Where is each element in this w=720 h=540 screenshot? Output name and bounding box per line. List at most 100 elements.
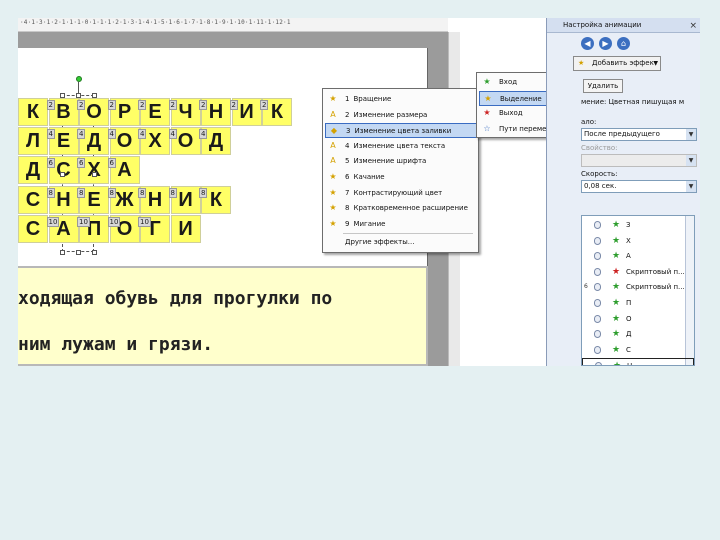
- star-icon: ★: [612, 329, 621, 340]
- menu-item-effect[interactable]: A 5 Изменение шрифта: [325, 154, 477, 169]
- start-select[interactable]: После предыдущего ▼: [581, 128, 697, 141]
- home-icon[interactable]: ⌂: [617, 37, 630, 50]
- effect-icon: A: [330, 140, 336, 150]
- letter-cell[interactable]: Л: [18, 127, 48, 156]
- resize-handle[interactable]: [92, 250, 97, 255]
- delete-button[interactable]: Удалить: [583, 79, 623, 93]
- letter-cell[interactable]: С: [18, 185, 48, 214]
- letter-text: Д: [86, 130, 102, 153]
- row-name: Н: [627, 359, 632, 365]
- change-label: мение: Цветная пишущая м: [581, 98, 685, 106]
- menu-item-effect[interactable]: ★ 7 Контрастирующий цвет: [325, 186, 477, 201]
- effect-icon: ◆: [330, 126, 338, 136]
- letter-text: О: [86, 101, 102, 123]
- speed-select[interactable]: 0,08 сек. ▼: [581, 180, 697, 193]
- menu-item-effect[interactable]: ★ 6 Качание: [325, 170, 477, 185]
- animation-order-tag: 2: [168, 100, 177, 110]
- animation-order-tag: 2: [229, 100, 238, 110]
- menu-item-effect[interactable]: A 2 Изменение размера: [325, 108, 477, 123]
- animation-list-row[interactable]: ★Н: [582, 358, 694, 365]
- menu-item-effect[interactable]: A 4 Изменение цвета текста: [325, 139, 477, 154]
- custom-animation-pane: Настройка анимации × ◀ ▶ ⌂ ★ Добавить эф…: [546, 18, 700, 366]
- hint-text-box[interactable]: ходящая обувь для прогулки по ним лужам …: [18, 266, 428, 366]
- animation-list-row[interactable]: ★ С: [582, 343, 694, 358]
- close-icon[interactable]: ×: [689, 19, 697, 33]
- animation-order-tag: 4: [138, 129, 147, 140]
- rotation-handle[interactable]: [76, 76, 82, 82]
- letter-text: Е: [87, 188, 101, 211]
- star-icon: ★: [483, 77, 491, 86]
- letter-text: И: [178, 217, 193, 240]
- letter-text: А: [117, 159, 132, 182]
- animation-list-row[interactable]: ★ Скриптовый п...: [582, 265, 694, 280]
- emphasis-effects-menu: ★ 1 Вращение A 2 Изменение размера ◆ 3 Изменение…: [322, 88, 479, 253]
- menu-item-label: Контрастирующий цвет: [353, 188, 443, 197]
- menu-item-effect[interactable]: ◆ 3 Изменение цвета заливки: [325, 123, 477, 139]
- menu-item-effect[interactable]: ★ 8 Кратковременное расширение: [325, 201, 477, 216]
- forward-icon[interactable]: ▶: [599, 37, 612, 50]
- letter-cell[interactable]: Д: [18, 156, 48, 185]
- resize-handle[interactable]: [76, 250, 81, 255]
- letter-cell[interactable]: И: [170, 214, 201, 243]
- row-name: А: [626, 252, 631, 261]
- animation-list-row[interactable]: ★ Х: [582, 234, 694, 249]
- resize-handle[interactable]: [92, 93, 97, 98]
- animation-order-tag: 2: [46, 100, 55, 110]
- start-label: ало:: [581, 118, 597, 126]
- animation-list[interactable]: ★ З ★ Х ★ А ★ Скриптовый п... 6 ★ Скриптовый п... ★…: [581, 215, 695, 366]
- animation-order-tag: 10: [77, 216, 90, 227]
- submenu-item-label: Выход: [499, 109, 523, 118]
- chevron-down-icon: ▼: [686, 155, 696, 166]
- back-icon[interactable]: ◀: [581, 37, 594, 50]
- resize-handle[interactable]: [60, 171, 65, 177]
- animation-order-tag: 6: [46, 158, 55, 169]
- star-icon: ★: [613, 359, 621, 365]
- resize-handle[interactable]: [60, 93, 65, 98]
- animation-list-row[interactable]: ★ З: [582, 218, 694, 233]
- animation-list-row[interactable]: ★ Д: [582, 327, 694, 342]
- animation-list-row[interactable]: ★ О: [582, 312, 694, 327]
- letter-text: Ч: [178, 101, 193, 123]
- animation-order-tag: 6: [77, 158, 86, 169]
- submenu-item-label: Выделение: [500, 94, 542, 103]
- letter-text: Г: [149, 217, 161, 240]
- resize-handle[interactable]: [60, 250, 65, 255]
- more-effects-item[interactable]: Другие эффекты...: [325, 235, 477, 250]
- letter-text: Д: [25, 159, 41, 182]
- menu-item-effect[interactable]: ★ 1 Вращение: [325, 92, 477, 107]
- animation-list-row[interactable]: 6 ★ Скриптовый п...: [582, 280, 694, 295]
- letter-text: Л: [25, 130, 41, 153]
- letter-cell[interactable]: К: [18, 98, 48, 126]
- letter-text: Ж: [115, 188, 134, 211]
- hint-line-2: ним лужам и грязи.: [18, 334, 214, 355]
- menu-item-effect[interactable]: ★ 9 Мигание: [325, 217, 477, 232]
- animation-order-tag: 4: [46, 129, 55, 140]
- menu-item-label: Изменение цвета заливки: [354, 127, 452, 136]
- animation-order-tag: 2: [260, 100, 269, 110]
- menu-item-label: Изменение цвета текста: [353, 141, 446, 150]
- resize-handle[interactable]: [76, 93, 81, 98]
- letter-text: С: [25, 217, 41, 240]
- letter-text: И: [239, 101, 254, 123]
- add-effect-button[interactable]: ★ Добавить эффект ▼: [573, 56, 661, 71]
- letter-cell[interactable]: С: [18, 214, 48, 243]
- animation-order-tag: 10: [46, 216, 60, 227]
- mouse-icon: [595, 362, 602, 365]
- resize-handle[interactable]: [92, 171, 97, 177]
- mouse-icon: [594, 283, 601, 292]
- animation-list-row[interactable]: ★ А: [582, 249, 694, 264]
- star-icon: ★: [612, 251, 621, 262]
- star-icon: ★: [484, 93, 492, 103]
- letter-text: Е: [56, 130, 71, 153]
- menu-item-number: 4: [345, 141, 350, 150]
- property-select: ▼: [581, 154, 697, 167]
- animation-order-tag: 2: [107, 100, 116, 110]
- animation-order-tag: 6: [107, 158, 116, 169]
- menu-separator: [343, 233, 473, 235]
- mouse-icon: [594, 345, 601, 354]
- animation-order-tag: 2: [138, 100, 147, 110]
- mouse-icon: [594, 252, 601, 261]
- letter-text: К: [270, 101, 284, 123]
- animation-list-row[interactable]: ★ П: [582, 296, 694, 311]
- star-icon: ★: [612, 235, 621, 246]
